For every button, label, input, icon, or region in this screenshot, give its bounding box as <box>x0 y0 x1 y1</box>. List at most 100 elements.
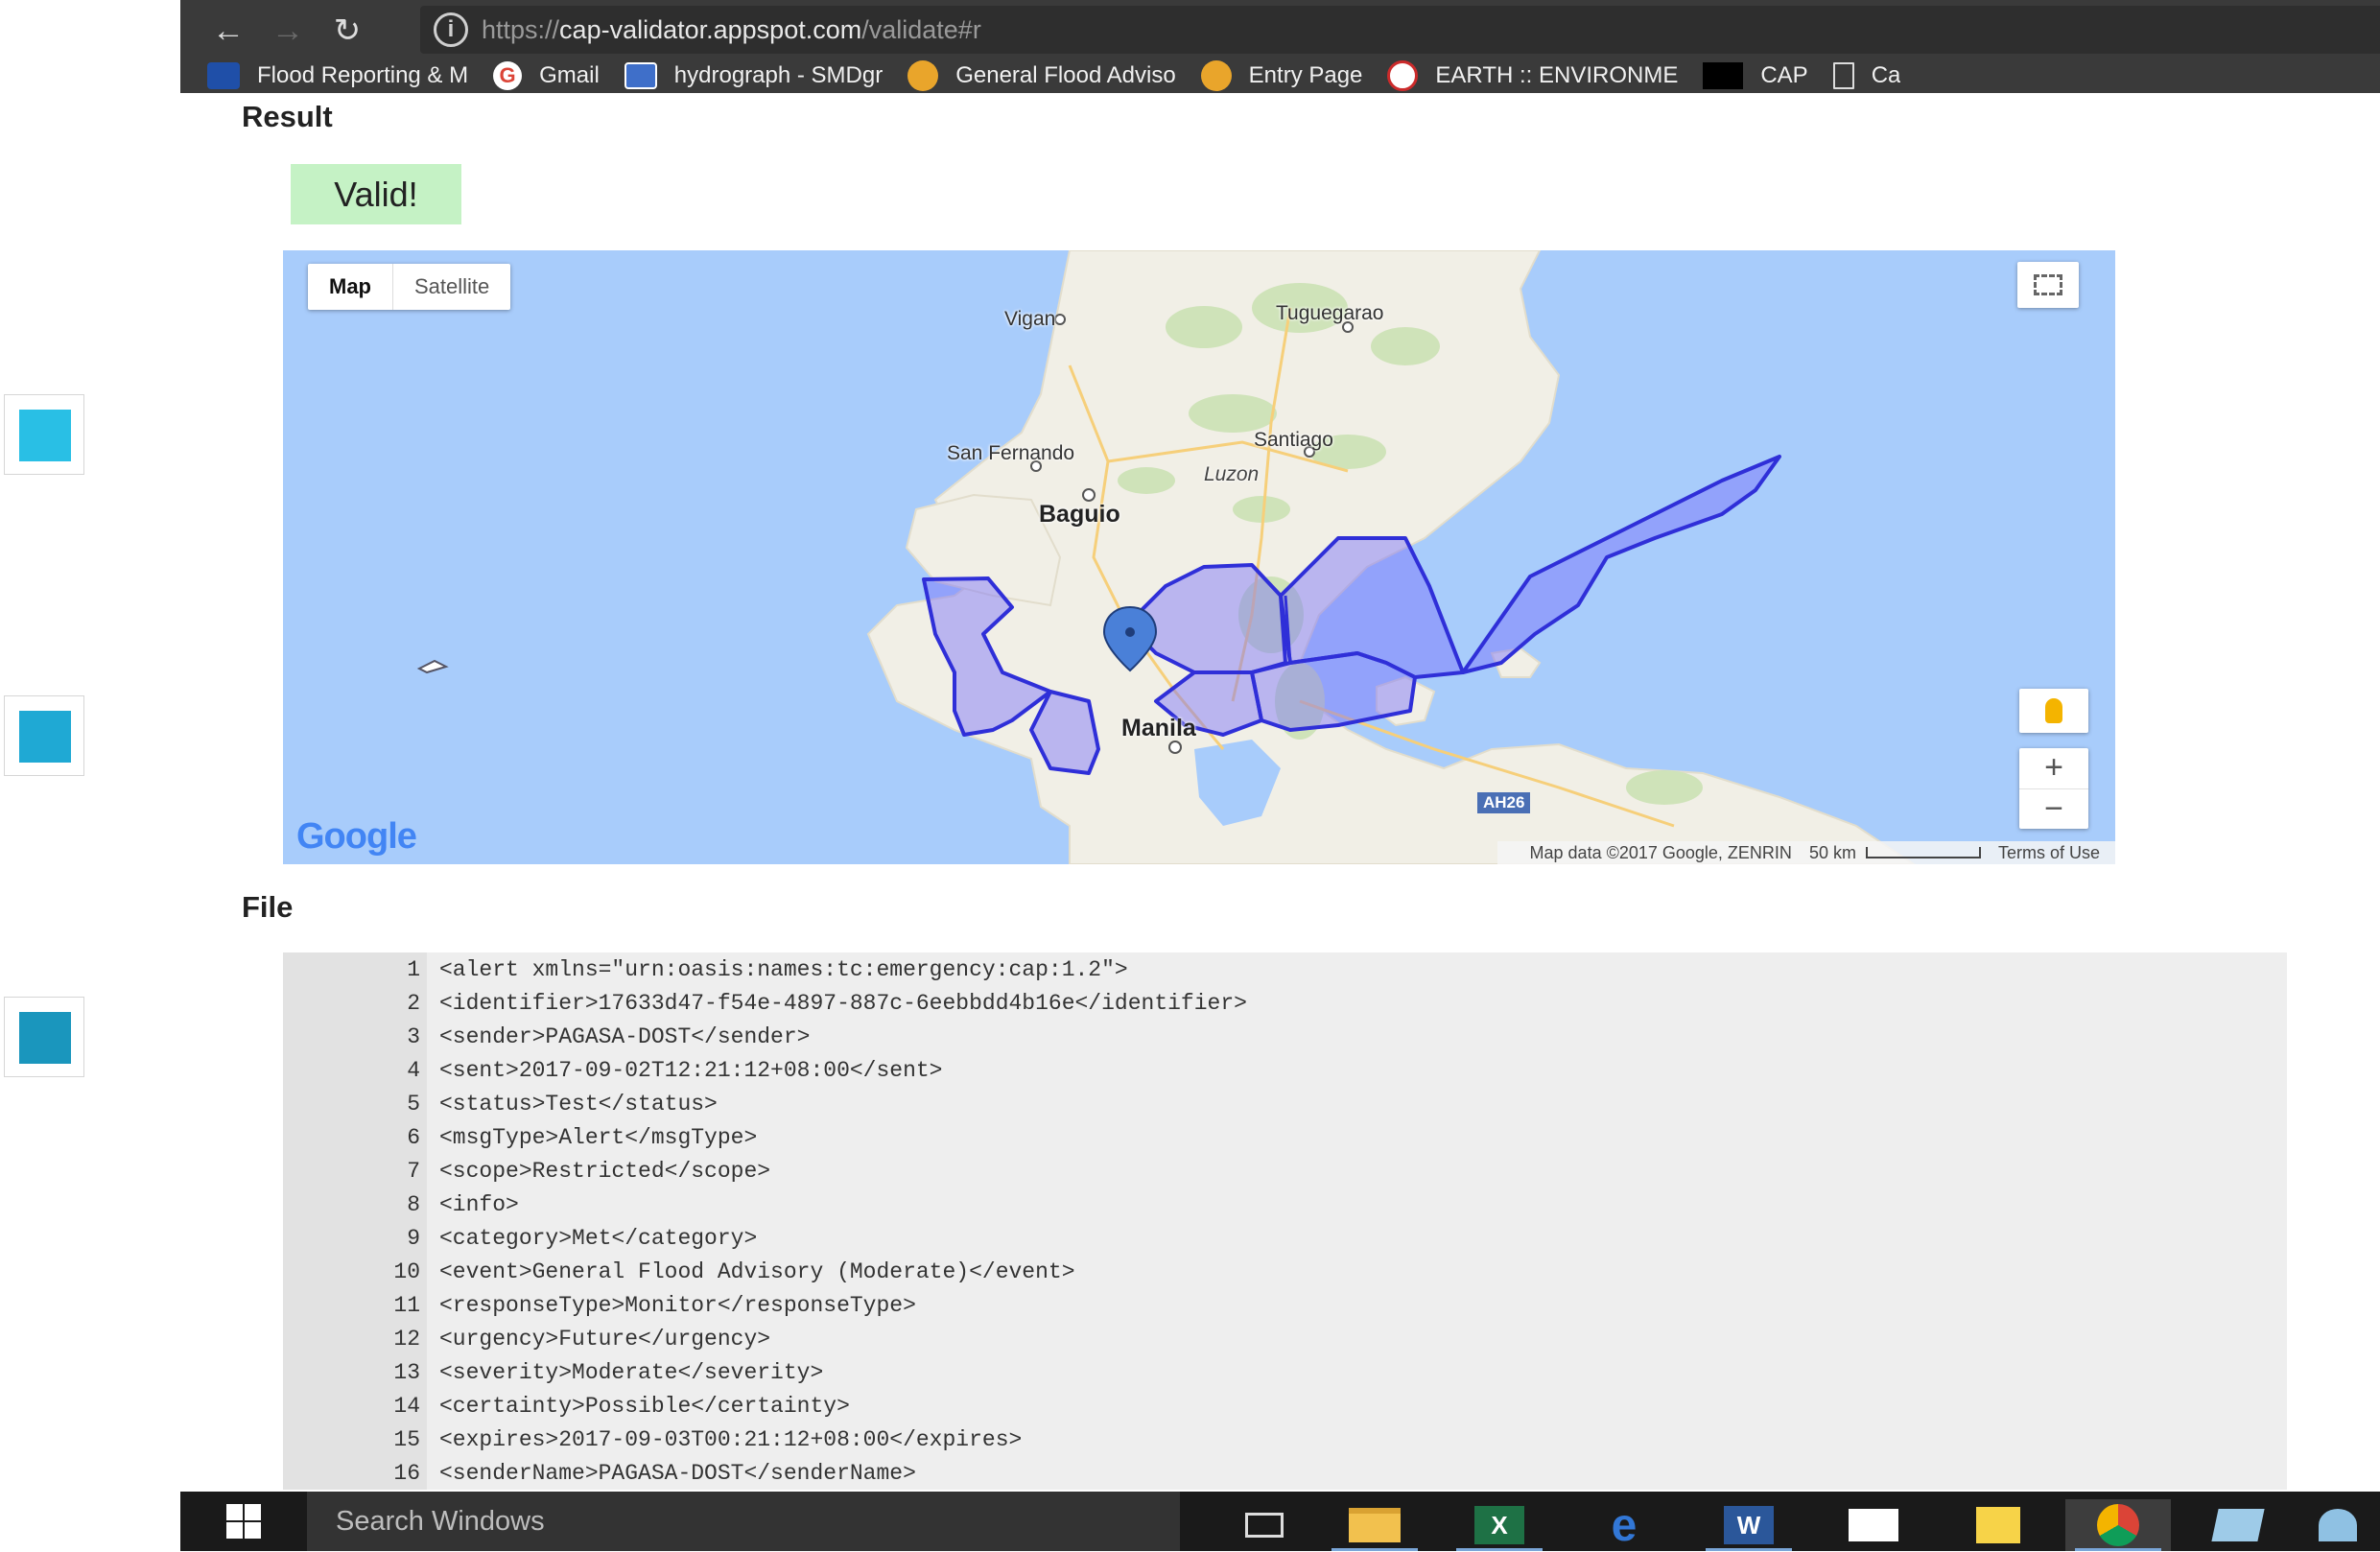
hydrograph-icon <box>624 61 657 89</box>
bookmark-label: Ca <box>1871 61 1901 88</box>
reload-button[interactable]: ↻ <box>326 10 368 52</box>
scale-bar <box>1865 847 1981 858</box>
url-text[interactable]: https://cap-validator.appspot.com/valida… <box>482 15 981 45</box>
place-label-santiago: Santiago <box>1254 429 1333 451</box>
taskbar-file-explorer[interactable] <box>1322 1499 1427 1551</box>
tile-swatch <box>19 1012 71 1064</box>
bookmark-general-flood-advisory[interactable]: General Flood Adviso <box>907 59 1176 91</box>
bookmark-ca[interactable]: Ca <box>1832 61 1901 89</box>
taskbar-app[interactable] <box>2185 1499 2291 1551</box>
code-line: 2 <identifier>17633d47-f54e-4897-887c-6ee… <box>283 986 1247 1020</box>
line-text: <msgType>Alert</msgType> <box>439 1124 758 1150</box>
code-line: 4 <sent>2017-09-02T12:21:12+08:00</sent> <box>283 1053 942 1087</box>
google-icon: G <box>493 60 523 90</box>
fullscreen-button[interactable] <box>2017 262 2079 308</box>
line-number: 16 <box>393 1460 420 1486</box>
taskbar-edge[interactable]: e <box>1571 1499 1677 1551</box>
taskbar-sticky-notes[interactable] <box>1945 1499 2051 1551</box>
taskbar-word[interactable]: W <box>1696 1499 1802 1551</box>
bookmark-label: EARTH :: ENVIRONME <box>1435 61 1679 88</box>
line-number: 9 <box>407 1225 420 1251</box>
map-attribution-bar: Map data ©2017 Google, ZENRIN 50 km Term… <box>1496 841 2115 864</box>
line-text: <alert xmlns="urn:oasis:names:tc:emergen… <box>439 956 1128 982</box>
page-icon <box>1832 61 1854 89</box>
mail-icon <box>1849 1509 1898 1541</box>
bookmarks-bar: Flood Reporting & M G Gmail hydrograph -… <box>180 58 2380 93</box>
code-line: 10 <event>General Flood Advisory (Moderat… <box>283 1255 1074 1288</box>
google-logo: Google <box>296 816 417 857</box>
side-tile[interactable] <box>4 394 84 475</box>
taskbar-excel[interactable]: X <box>1447 1499 1552 1551</box>
line-text: <senderName>PAGASA-DOST</senderName> <box>439 1460 916 1486</box>
side-tile[interactable] <box>4 997 84 1077</box>
back-button[interactable]: ← <box>207 10 249 52</box>
line-number: 6 <box>407 1124 420 1150</box>
map-view[interactable]: Map Satellite + − Vigan Tuguegarao San F… <box>283 250 2115 864</box>
map-attribution[interactable]: Map data ©2017 Google, ZENRIN <box>1530 843 1792 863</box>
code-line: 16 <senderName>PAGASA-DOST</senderName> <box>283 1456 916 1490</box>
map-type-control: Map Satellite <box>308 264 511 310</box>
taskbar-chrome[interactable] <box>2065 1499 2171 1551</box>
address-bar[interactable]: i https://cap-validator.appspot.com/vali… <box>420 6 2380 54</box>
bookmark-entry-page[interactable]: Entry Page <box>1200 59 1362 91</box>
file-heading: File <box>242 890 294 924</box>
zoom-out-button[interactable]: − <box>2019 789 2088 830</box>
tile-swatch <box>19 410 71 461</box>
code-viewer[interactable]: 1 <alert xmlns="urn:oasis:names:tc:emerge… <box>283 952 2287 1490</box>
line-text: <info> <box>439 1191 519 1217</box>
task-view-icon <box>1245 1513 1284 1538</box>
terms-of-use-link[interactable]: Terms of Use <box>1998 843 2100 863</box>
side-tile[interactable] <box>4 695 84 776</box>
zoom-in-button[interactable]: + <box>2019 748 2088 789</box>
code-line: 12 <urgency>Future</urgency> <box>283 1322 770 1355</box>
bookmark-hydrograph[interactable]: hydrograph - SMDgr <box>624 61 884 89</box>
pagasa-icon <box>907 59 939 91</box>
line-number: 13 <box>393 1359 420 1385</box>
task-view-button[interactable] <box>1212 1499 1317 1551</box>
highway-badge-ah26: AH26 <box>1477 792 1531 813</box>
line-number: 7 <box>407 1158 420 1184</box>
line-number: 8 <box>407 1191 420 1217</box>
code-line: 5 <status>Test</status> <box>283 1087 718 1120</box>
url-scheme: https:// <box>482 14 560 44</box>
start-button[interactable] <box>180 1492 307 1551</box>
folder-icon <box>1349 1508 1401 1542</box>
taskbar-search-box[interactable]: Search Windows <box>307 1492 1180 1551</box>
info-icon[interactable]: i <box>434 12 468 47</box>
code-line: 15 <expires>2017-09-03T00:21:12+08:00</ex… <box>283 1423 1022 1456</box>
line-number: 3 <box>407 1023 420 1049</box>
polygon-aurora <box>1461 455 1781 674</box>
excel-icon: X <box>1474 1506 1524 1544</box>
bookmark-label: Gmail <box>539 61 600 88</box>
reload-icon: ↻ <box>333 12 362 49</box>
windows-logo-icon <box>226 1504 261 1539</box>
place-label-manila: Manila <box>1121 715 1196 741</box>
bookmark-earth-environment[interactable]: EARTH :: ENVIRONME <box>1387 59 1679 91</box>
place-label-san-fernando: San Fernando <box>947 442 1075 464</box>
line-number: 5 <box>407 1091 420 1117</box>
url-host: cap-validator.appspot.com <box>559 14 862 44</box>
taskbar-mail[interactable] <box>1821 1499 1926 1551</box>
street-view-pegman-button[interactable] <box>2019 689 2088 733</box>
taskbar-app-partial[interactable] <box>2296 1499 2380 1551</box>
bookmark-gmail[interactable]: G Gmail <box>493 60 600 90</box>
search-placeholder: Search Windows <box>336 1505 545 1537</box>
place-label-baguio: Baguio <box>1039 501 1120 528</box>
bookmark-label: hydrograph - SMDgr <box>673 61 884 88</box>
forward-button[interactable]: → <box>267 10 309 52</box>
arrow-right-icon: → <box>271 12 304 49</box>
tile-swatch <box>19 711 71 763</box>
bookmark-cap[interactable]: CAP <box>1703 61 1808 89</box>
line-text: <scope>Restricted</scope> <box>439 1158 771 1184</box>
map-scale-label[interactable]: 50 km <box>1809 843 1856 863</box>
map-type-satellite-button[interactable]: Satellite <box>393 264 510 310</box>
valid-status-badge: Valid! <box>291 164 461 224</box>
result-heading: Result <box>242 100 333 133</box>
map-canvas <box>416 250 1916 864</box>
map-type-map-button[interactable]: Map <box>308 264 393 310</box>
sticky-notes-icon <box>1976 1507 2020 1543</box>
bookmark-flood-reporting[interactable]: Flood Reporting & M <box>207 61 468 89</box>
code-line: 7 <scope>Restricted</scope> <box>283 1154 770 1188</box>
line-text: <sender>PAGASA-DOST</sender> <box>439 1023 811 1049</box>
line-text: <identifier>17633d47-f54e-4897-887c-6eeb… <box>439 990 1247 1016</box>
